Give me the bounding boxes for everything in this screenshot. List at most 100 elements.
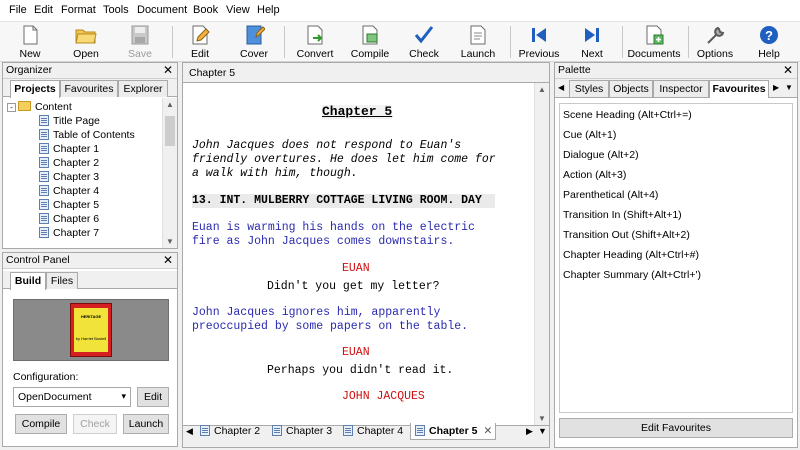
cover-title: HERITAGE: [80, 314, 102, 319]
favourite-item[interactable]: Transition Out (Shift+Alt+2): [563, 229, 690, 241]
menu-format[interactable]: Format: [61, 4, 96, 16]
launch-document-icon: [470, 25, 486, 45]
control-panel-tabs: Build Files: [3, 271, 177, 290]
configuration-select[interactable]: OpenDocument ▾: [13, 387, 131, 407]
tree-item[interactable]: Chapter 3: [39, 171, 99, 185]
launch-button[interactable]: Launch: [456, 23, 500, 61]
tree-item[interactable]: Chapter 4: [39, 185, 99, 199]
close-icon[interactable]: ✕: [163, 63, 173, 77]
control-panel: Control Panel ✕ Build Files HERITAGE by H…: [2, 252, 178, 447]
summary-paragraph: John Jacques does not respond to Euan's …: [192, 139, 496, 180]
menu-tools[interactable]: Tools: [103, 4, 129, 16]
help-button[interactable]: ? Help: [750, 23, 788, 61]
collapse-icon[interactable]: -: [7, 103, 16, 112]
tabs-scroll-right-icon[interactable]: ▶: [526, 426, 533, 437]
tab-inspector[interactable]: Inspector: [653, 80, 709, 97]
favourite-item[interactable]: Scene Heading (Alt+Ctrl+=): [563, 109, 692, 121]
menu-edit[interactable]: Edit: [34, 4, 53, 16]
favourite-item[interactable]: Transition In (Shift+Alt+1): [563, 209, 682, 221]
toolbar: New Open Save Edit Cover Convert Compile…: [0, 22, 800, 62]
close-icon[interactable]: ✕: [163, 253, 173, 267]
next-button[interactable]: Next: [572, 23, 612, 61]
configuration-label: Configuration:: [13, 371, 79, 383]
open-button[interactable]: Open: [66, 23, 106, 61]
options-button[interactable]: Options: [694, 23, 736, 61]
editor-text-area[interactable]: Chapter 5 John Jacques does not respond …: [183, 83, 534, 425]
open-folder-icon: [75, 29, 97, 44]
tab-objects[interactable]: Objects: [609, 80, 653, 97]
check-mark-icon: [414, 26, 434, 44]
check-action-button[interactable]: Check: [73, 414, 117, 434]
tab-explorer[interactable]: Explorer: [118, 80, 168, 97]
editor-scrollbar[interactable]: ▲ ▼: [534, 83, 549, 425]
scroll-down-icon[interactable]: ▼: [166, 237, 174, 246]
next-arrow-icon: [585, 28, 599, 42]
compile-action-button[interactable]: Compile: [15, 414, 67, 434]
favourite-item[interactable]: Chapter Heading (Alt+Ctrl+#): [563, 249, 699, 261]
edit-favourites-button[interactable]: Edit Favourites: [559, 418, 793, 438]
convert-document-icon: [307, 25, 323, 45]
menu-view[interactable]: View: [226, 4, 250, 16]
tabs-scroll-left-icon[interactable]: ◀: [186, 426, 193, 437]
new-button[interactable]: New: [10, 23, 50, 61]
chapter-heading: Chapter 5: [322, 104, 393, 119]
document-icon: [39, 199, 49, 210]
tree-item[interactable]: Title Page: [39, 115, 100, 129]
organizer-scrollbar[interactable]: ▲ ▼: [162, 98, 177, 248]
menu-document[interactable]: Document: [137, 4, 187, 16]
scroll-down-icon[interactable]: ▼: [538, 414, 546, 423]
tabs-scroll-right-icon[interactable]: ▶: [773, 83, 779, 92]
tab-build[interactable]: Build: [10, 272, 46, 290]
scroll-up-icon[interactable]: ▲: [538, 85, 546, 94]
scroll-thumb[interactable]: [165, 116, 175, 146]
tab-files[interactable]: Files: [46, 272, 78, 289]
doc-tab-chapter-5[interactable]: Chapter 5 ✕: [410, 423, 496, 440]
launch-action-button[interactable]: Launch: [123, 414, 169, 434]
previous-button[interactable]: Previous: [516, 23, 562, 61]
tree-item[interactable]: Chapter 5: [39, 199, 99, 213]
tab-projects[interactable]: Projects: [10, 80, 60, 98]
favourite-item[interactable]: Dialogue (Alt+2): [563, 149, 639, 161]
tabs-menu-icon[interactable]: ▼: [538, 426, 547, 436]
menu-file[interactable]: File: [9, 4, 27, 16]
tree-item[interactable]: Chapter 2: [39, 157, 99, 171]
documents-button[interactable]: Documents: [627, 23, 681, 61]
document-icon: [39, 129, 49, 140]
tree-item-content[interactable]: - Content: [7, 101, 72, 115]
tree-item[interactable]: Table of Contents: [39, 129, 135, 143]
favourite-item[interactable]: Chapter Summary (Alt+Ctrl+'): [563, 269, 701, 281]
convert-button[interactable]: Convert: [292, 23, 338, 61]
favourite-item[interactable]: Action (Alt+3): [563, 169, 626, 181]
cover-button[interactable]: Cover: [234, 23, 274, 61]
check-button[interactable]: Check: [402, 23, 446, 61]
control-panel-header: Control Panel ✕: [3, 253, 177, 269]
compile-button[interactable]: Compile: [347, 23, 393, 61]
tree-item[interactable]: Chapter 6: [39, 213, 99, 227]
tab-styles[interactable]: Styles: [569, 80, 609, 97]
favourite-item[interactable]: Cue (Alt+1): [563, 129, 616, 141]
tabs-menu-icon[interactable]: ▼: [785, 83, 793, 92]
close-tab-icon[interactable]: ✕: [483, 425, 492, 437]
save-button[interactable]: Save: [120, 23, 160, 61]
menu-book[interactable]: Book: [193, 4, 218, 16]
document-icon: [39, 143, 49, 154]
doc-tab-chapter-4[interactable]: Chapter 4: [343, 423, 403, 440]
character-cue: EUAN: [342, 346, 370, 359]
menu-help[interactable]: Help: [257, 4, 280, 16]
edit-button[interactable]: Edit: [180, 23, 220, 61]
dialogue-line: Didn't you get my letter?: [267, 280, 440, 293]
scroll-up-icon[interactable]: ▲: [166, 100, 174, 109]
tab-favourites[interactable]: Favourites: [60, 80, 118, 97]
doc-tab-chapter-2[interactable]: Chapter 2: [200, 423, 260, 440]
cover-author: by Harriet Bostell: [75, 336, 107, 341]
close-icon[interactable]: ✕: [783, 63, 793, 77]
document-icon: [200, 425, 210, 436]
configuration-edit-button[interactable]: Edit: [137, 387, 169, 407]
tabs-scroll-left-icon[interactable]: ◀: [558, 83, 564, 92]
doc-tab-chapter-3[interactable]: Chapter 3: [272, 423, 332, 440]
tree-item[interactable]: Chapter 7: [39, 227, 99, 241]
tab-favourites[interactable]: Favourites: [709, 80, 769, 98]
favourite-item[interactable]: Parenthetical (Alt+4): [563, 189, 658, 201]
action-paragraph: Euan is warming his hands on the electri…: [192, 221, 475, 248]
tree-item[interactable]: Chapter 1: [39, 143, 99, 157]
